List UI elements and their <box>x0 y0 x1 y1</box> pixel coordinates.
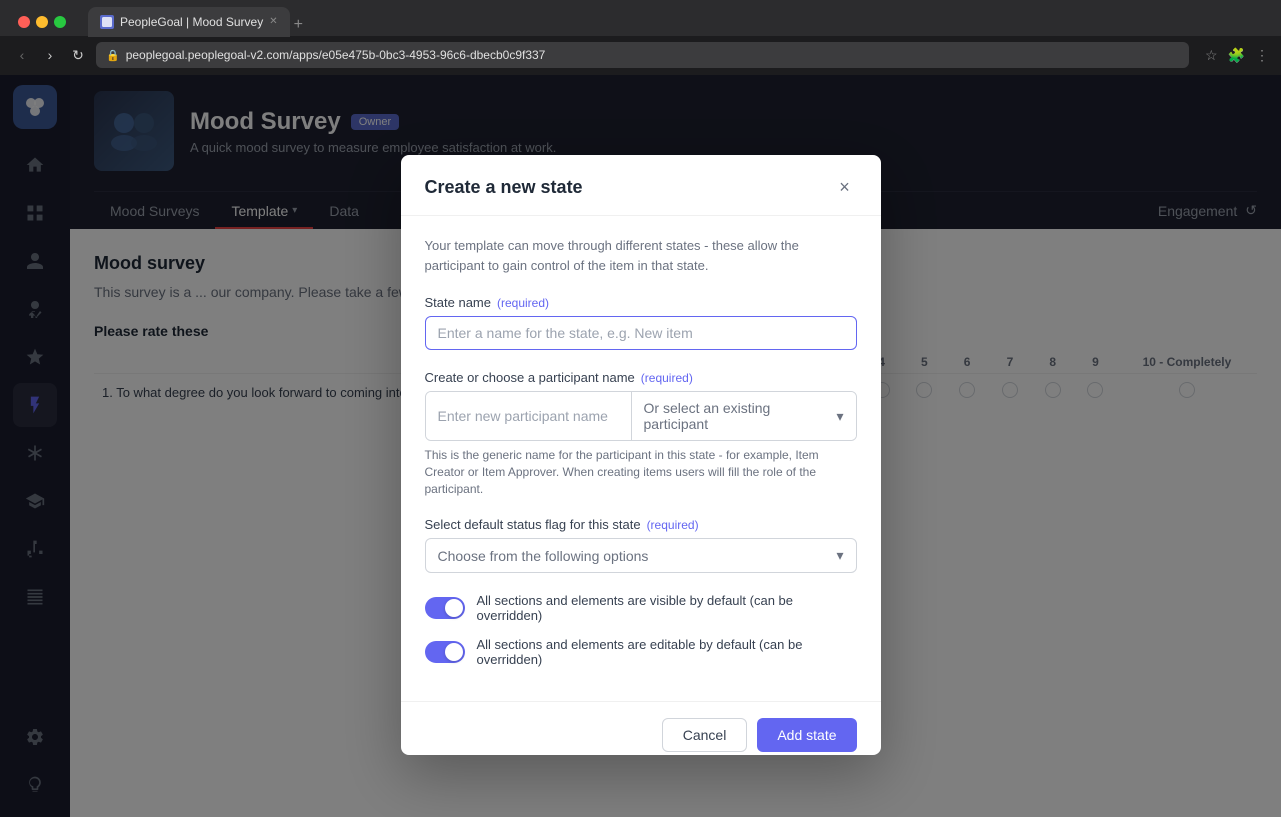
status-select-arrow-icon: ▾ <box>836 547 843 564</box>
status-flag-label: Select default status flag for this stat… <box>425 517 857 532</box>
toggle-visible[interactable] <box>425 597 465 619</box>
browser-tab[interactable]: PeopleGoal | Mood Survey ✕ <box>88 7 290 37</box>
modal-description: Your template can move through different… <box>425 236 857 275</box>
tab-favicon <box>100 15 114 29</box>
participant-text-input[interactable] <box>426 392 631 440</box>
maximize-traffic-light[interactable] <box>54 16 66 28</box>
participant-select-arrow: ▾ <box>836 408 843 425</box>
url-text: peoplegoal.peoplegoal-v2.com/apps/e05e47… <box>126 48 546 62</box>
bookmark-icon[interactable]: ☆ <box>1205 47 1218 64</box>
tab-title: PeopleGoal | Mood Survey <box>120 15 263 29</box>
modal-footer: Cancel Add state <box>401 701 881 755</box>
state-name-input[interactable] <box>425 316 857 350</box>
participant-name-label: Create or choose a participant name (req… <box>425 370 857 385</box>
create-state-modal: Create a new state × Your template can m… <box>401 155 881 755</box>
menu-icon[interactable]: ⋮ <box>1255 47 1269 64</box>
status-select-dropdown[interactable]: Choose from the following options ▾ <box>425 538 857 573</box>
modal-header: Create a new state × <box>401 155 881 216</box>
extensions-icon[interactable]: 🧩 <box>1228 47 1245 64</box>
participant-hint: This is the generic name for the partici… <box>425 447 857 497</box>
toggle-editable-knob <box>445 643 463 661</box>
new-tab-button[interactable]: + <box>294 16 303 34</box>
forward-button[interactable]: › <box>40 47 60 63</box>
modal-title: Create a new state <box>425 177 583 198</box>
participant-select[interactable]: Or select an existing participant ▾ <box>631 392 856 440</box>
traffic-lights <box>8 8 76 36</box>
minimize-traffic-light[interactable] <box>36 16 48 28</box>
toggle-editable[interactable] <box>425 641 465 663</box>
modal-close-button[interactable]: × <box>833 175 857 199</box>
lock-icon: 🔒 <box>106 49 120 62</box>
toggle-editable-label: All sections and elements are editable b… <box>477 637 857 667</box>
state-name-label: State name (required) <box>425 295 857 310</box>
state-name-required: (required) <box>497 296 549 310</box>
status-flag-group: Select default status flag for this stat… <box>425 517 857 573</box>
participant-input-row: Or select an existing participant ▾ <box>425 391 857 441</box>
toggle-visible-knob <box>445 599 463 617</box>
close-traffic-light[interactable] <box>18 16 30 28</box>
tab-close-button[interactable]: ✕ <box>269 16 277 27</box>
toggle-visible-label: All sections and elements are visible by… <box>477 593 857 623</box>
participant-required: (required) <box>641 371 693 385</box>
state-name-group: State name (required) <box>425 295 857 350</box>
cancel-button[interactable]: Cancel <box>662 718 748 752</box>
modal-overlay: Create a new state × Your template can m… <box>0 75 1281 817</box>
url-box[interactable]: 🔒 peoplegoal.peoplegoal-v2.com/apps/e05e… <box>96 42 1189 68</box>
status-select-text: Choose from the following options <box>438 548 829 564</box>
browser-chrome: PeopleGoal | Mood Survey ✕ + ‹ › ↻ 🔒 peo… <box>0 0 1281 75</box>
status-required: (required) <box>647 518 699 532</box>
address-bar: ‹ › ↻ 🔒 peoplegoal.peoplegoal-v2.com/app… <box>0 36 1281 75</box>
refresh-button[interactable]: ↻ <box>68 47 88 64</box>
participant-name-group: Create or choose a participant name (req… <box>425 370 857 497</box>
toolbar-icons: ☆ 🧩 ⋮ <box>1205 47 1269 64</box>
add-state-button[interactable]: Add state <box>757 718 856 752</box>
modal-body: Your template can move through different… <box>401 216 881 701</box>
toggle-editable-row: All sections and elements are editable b… <box>425 637 857 667</box>
back-button[interactable]: ‹ <box>12 47 32 63</box>
toggle-visible-row: All sections and elements are visible by… <box>425 593 857 623</box>
tab-bar: PeopleGoal | Mood Survey ✕ + <box>0 0 1281 36</box>
